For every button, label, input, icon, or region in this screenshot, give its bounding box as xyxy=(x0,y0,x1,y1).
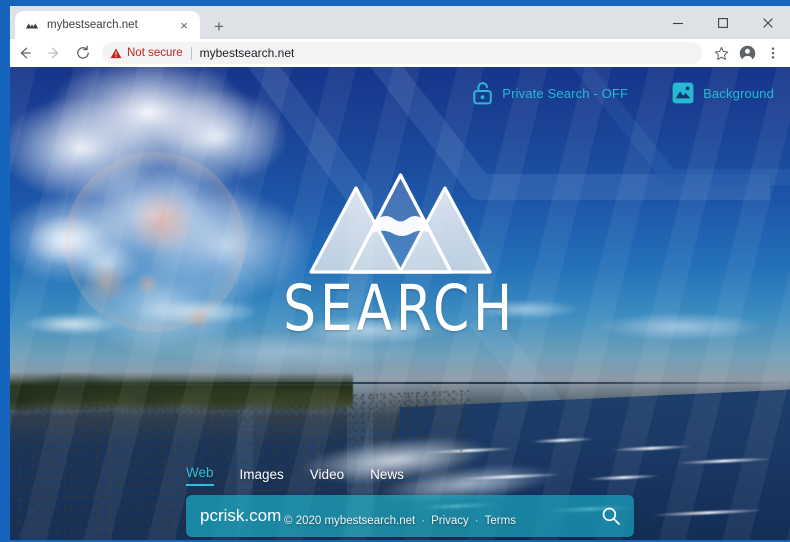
footer-terms-link[interactable]: Terms xyxy=(485,515,516,527)
tab-close-icon[interactable]: × xyxy=(175,16,193,34)
page-top-actions: Private Search - OFF Background xyxy=(472,81,774,105)
toolbar-right-actions xyxy=(708,40,786,66)
close-icon xyxy=(762,17,773,28)
window-controls xyxy=(655,6,790,39)
image-background-icon xyxy=(672,82,694,104)
three-dots-vertical-icon xyxy=(771,47,775,59)
tab-video[interactable]: Video xyxy=(310,467,344,486)
warning-triangle-icon xyxy=(110,48,122,58)
profile-avatar-button[interactable] xyxy=(734,40,760,66)
footer-separator: · xyxy=(421,515,426,527)
wave-crest xyxy=(586,474,660,481)
private-search-toggle[interactable]: Private Search - OFF xyxy=(472,81,628,105)
address-bar-divider xyxy=(190,46,192,60)
site-logo: SEARCH xyxy=(10,172,790,340)
footer-separator: · xyxy=(474,515,479,527)
back-button[interactable] xyxy=(10,39,39,67)
wave-crest xyxy=(675,456,774,465)
wave-crest xyxy=(610,445,693,453)
page-viewport: Private Search - OFF Background SEARCH W… xyxy=(10,67,790,540)
maximize-button[interactable] xyxy=(700,6,745,39)
arrow-right-icon xyxy=(47,47,58,59)
new-tab-button[interactable]: + xyxy=(208,15,230,37)
profile-avatar-icon xyxy=(739,45,755,61)
tab-title: mybestsearch.net xyxy=(47,19,138,31)
browser-toolbar: Not secure mybestsearch.net xyxy=(10,39,790,67)
browser-window: mybestsearch.net × + Not secure mybestse… xyxy=(0,0,790,542)
address-bar[interactable]: Not secure mybestsearch.net xyxy=(102,42,702,64)
page-footer: © 2020 mybestsearch.net · Privacy · Term… xyxy=(10,515,790,527)
footer-copyright: © 2020 mybestsearch.net xyxy=(284,515,416,527)
private-search-label: Private Search - OFF xyxy=(502,85,629,101)
background-picker-button[interactable]: Background xyxy=(672,82,774,104)
close-window-button[interactable] xyxy=(745,6,790,39)
reload-button[interactable] xyxy=(68,39,97,67)
minimize-icon xyxy=(672,22,683,24)
not-secure-label: Not secure xyxy=(127,47,183,59)
three-mountains-icon xyxy=(308,173,492,274)
reload-icon xyxy=(76,45,89,59)
star-icon xyxy=(714,46,728,60)
forward-button[interactable] xyxy=(39,39,68,67)
unlocked-padlock-icon xyxy=(473,82,493,105)
chrome-menu-button[interactable] xyxy=(760,40,786,66)
minimize-button[interactable] xyxy=(655,6,700,39)
browser-tab[interactable]: mybestsearch.net × xyxy=(15,11,200,39)
bookmark-star-button[interactable] xyxy=(708,40,734,66)
tab-strip: mybestsearch.net × + xyxy=(10,6,790,39)
logo-wordmark: SEARCH xyxy=(283,272,517,345)
maximize-icon xyxy=(717,17,728,28)
address-bar-url: mybestsearch.net xyxy=(199,46,295,60)
tab-news[interactable]: News xyxy=(370,467,404,486)
search-category-tabs: Web Images Video News xyxy=(186,465,404,486)
tab-web[interactable]: Web xyxy=(186,465,214,486)
footer-privacy-link[interactable]: Privacy xyxy=(431,515,469,527)
tab-images[interactable]: Images xyxy=(240,467,284,486)
background-label: Background xyxy=(703,85,774,101)
mountain-favicon-icon xyxy=(25,23,39,29)
arrow-left-icon xyxy=(20,47,31,59)
